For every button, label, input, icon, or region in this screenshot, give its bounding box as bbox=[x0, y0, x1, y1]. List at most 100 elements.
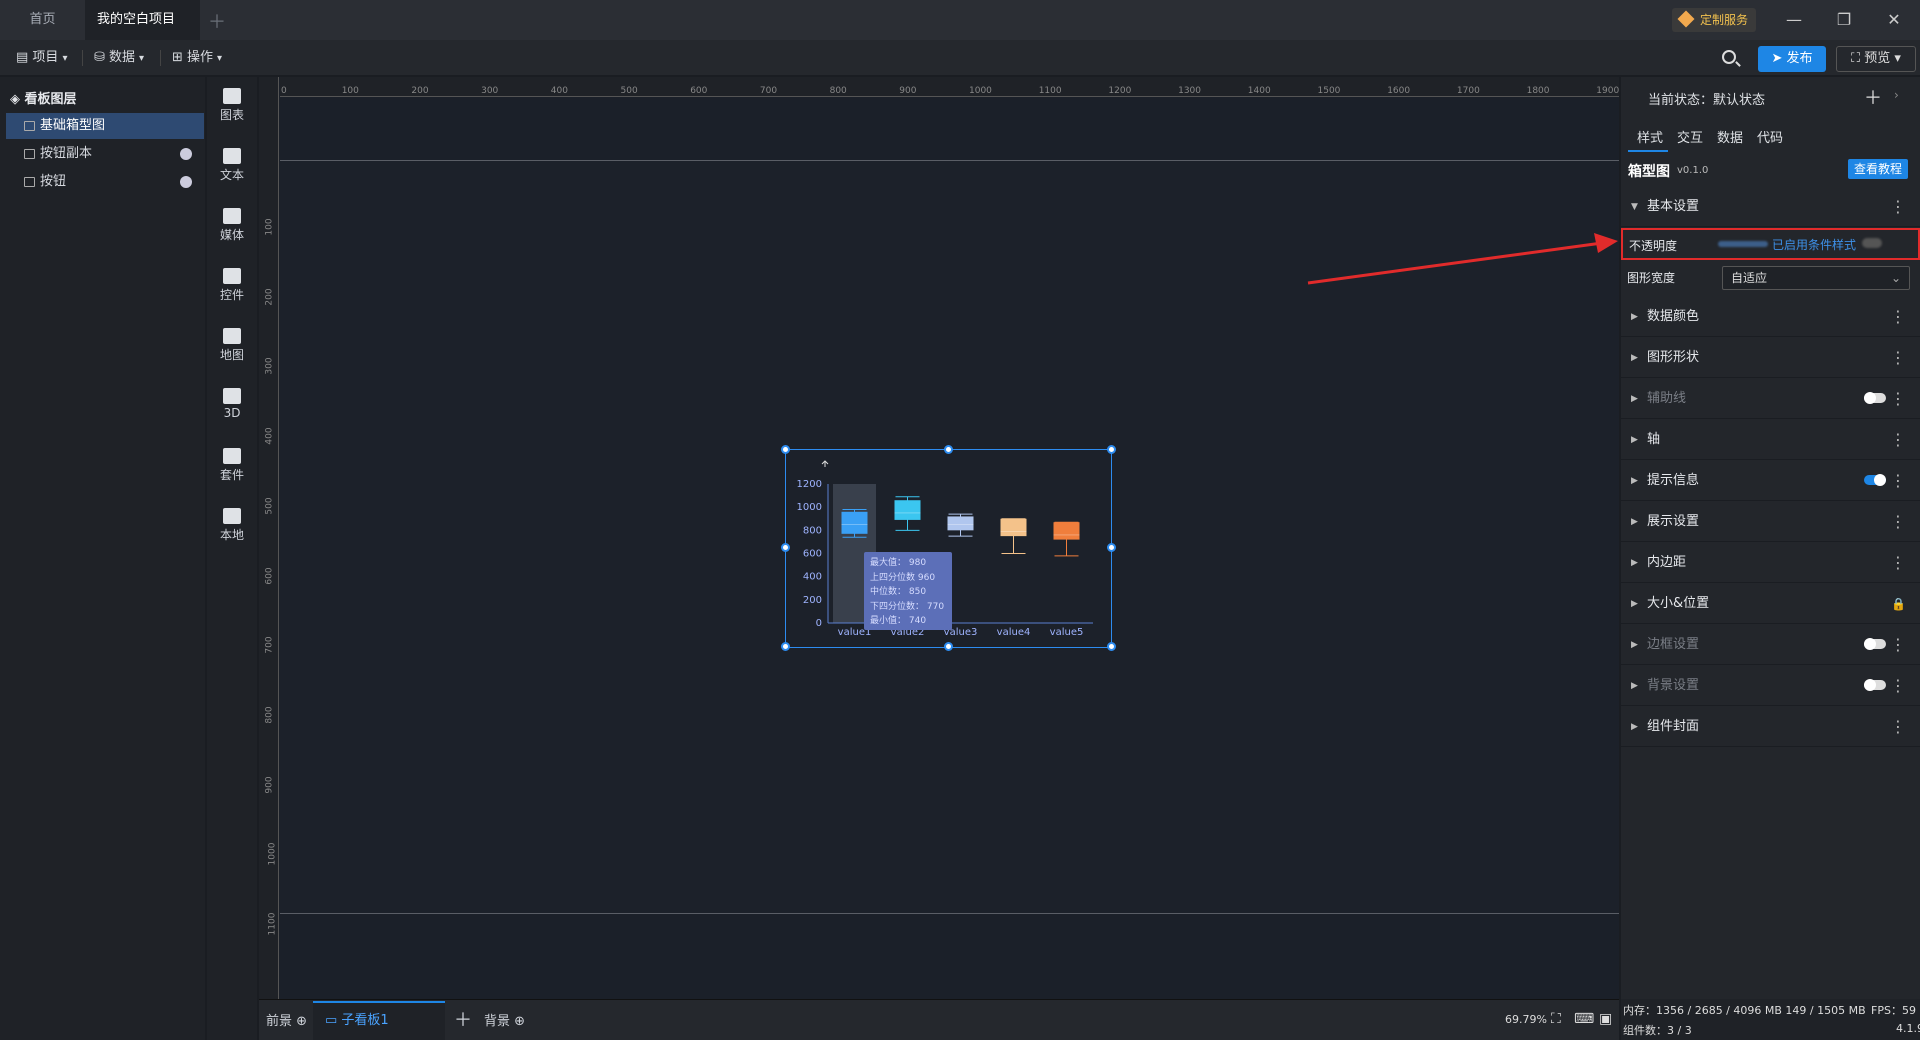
hidden-eye-icon[interactable] bbox=[180, 148, 192, 160]
widget-icon bbox=[223, 268, 241, 284]
more-icon[interactable]: ⋮ bbox=[1890, 338, 1906, 378]
add-board-icon[interactable]: ＋ bbox=[454, 1006, 472, 1032]
resize-handle[interactable] bbox=[781, 642, 790, 651]
tooltip-line: 中位数： 850 bbox=[870, 587, 927, 597]
tab-home[interactable]: 首页 bbox=[0, 0, 85, 40]
tab-project[interactable]: 我的空白项目 bbox=[85, 0, 200, 64]
minimize-icon[interactable]: — bbox=[1782, 8, 1806, 32]
opacity-slider[interactable] bbox=[1718, 241, 1768, 247]
add-state-icon[interactable]: ＋ bbox=[1864, 84, 1882, 110]
caret-right-icon: ▶ bbox=[1631, 435, 1638, 445]
tool-map[interactable]: 地图 bbox=[207, 328, 257, 363]
more-icon[interactable]: ⋮ bbox=[1890, 625, 1906, 665]
section-label: 内边距 bbox=[1647, 555, 1687, 570]
section-3[interactable]: ▶ 轴 ⋮ bbox=[1621, 420, 1920, 460]
menu-project[interactable]: ▤ 项目 ▾ bbox=[10, 47, 73, 69]
ruler-tick-label: 800 bbox=[829, 86, 847, 96]
resize-handle[interactable] bbox=[781, 445, 790, 454]
ruler-tick-label: 100 bbox=[264, 218, 275, 236]
sub-board-tab[interactable]: ▭ 子看板1 bbox=[313, 1001, 445, 1040]
more-icon[interactable]: ⋮ bbox=[1890, 187, 1906, 227]
fit-screen-icon[interactable]: ⛶ bbox=[1551, 1011, 1561, 1027]
tool-chart[interactable]: 图表 bbox=[207, 88, 257, 123]
chart-layer-icon bbox=[24, 121, 35, 131]
section-toggle[interactable] bbox=[1864, 638, 1886, 650]
section-8[interactable]: ▶ 边框设置 ⋮ bbox=[1621, 625, 1920, 665]
close-icon[interactable]: ✕ bbox=[1882, 8, 1906, 32]
section-toggle[interactable] bbox=[1864, 679, 1886, 691]
width-select[interactable]: 自适应 ⌄ bbox=[1722, 266, 1910, 290]
tool-label: 图表 bbox=[219, 108, 244, 122]
resize-handle[interactable] bbox=[944, 445, 953, 454]
tool-kit[interactable]: 套件 bbox=[207, 448, 257, 483]
section-2[interactable]: ▶ 辅助线 ⋮ bbox=[1621, 379, 1920, 419]
section-9[interactable]: ▶ 背景设置 ⋮ bbox=[1621, 666, 1920, 706]
more-icon[interactable]: ⋮ bbox=[1890, 461, 1906, 501]
section-label: 提示信息 bbox=[1647, 473, 1700, 488]
front-label: 前景 bbox=[266, 1014, 293, 1029]
more-icon[interactable]: ⋮ bbox=[1890, 666, 1906, 706]
tool-widget[interactable]: 控件 bbox=[207, 268, 257, 303]
tutorial-button[interactable]: 查看教程 bbox=[1848, 159, 1908, 179]
preview-button[interactable]: ⛶ 预览 ▾ bbox=[1836, 46, 1916, 72]
ruler-tick-label: 1700 bbox=[1456, 86, 1480, 96]
section-5[interactable]: ▶ 展示设置 ⋮ bbox=[1621, 502, 1920, 542]
tool-label: 套件 bbox=[219, 468, 244, 482]
resize-handle[interactable] bbox=[1107, 543, 1116, 552]
caret-right-icon: ▶ bbox=[1631, 517, 1638, 527]
tool-text[interactable]: 文本 bbox=[207, 148, 257, 183]
section-1[interactable]: ▶ 图形形状 ⋮ bbox=[1621, 338, 1920, 378]
zoom-level[interactable]: 69.79% bbox=[1505, 1013, 1547, 1026]
restore-icon[interactable]: ❐ bbox=[1832, 8, 1856, 32]
more-icon[interactable]: ⋮ bbox=[1890, 502, 1906, 542]
terminal-icon[interactable]: ▣ bbox=[1599, 1011, 1612, 1027]
tool-local[interactable]: 本地 bbox=[207, 508, 257, 543]
resize-handle[interactable] bbox=[1107, 445, 1116, 454]
section-0[interactable]: ▶ 数据颜色 ⋮ bbox=[1621, 297, 1920, 337]
search-icon[interactable] bbox=[1722, 50, 1736, 64]
tooltip-line: 最大值： 980 bbox=[870, 558, 927, 568]
resize-handle[interactable] bbox=[944, 642, 953, 651]
section-toggle[interactable] bbox=[1864, 474, 1886, 486]
section-7[interactable]: ▶ 大小&位置 🔒 bbox=[1621, 584, 1920, 624]
more-icon[interactable]: ⋮ bbox=[1890, 543, 1906, 583]
front-layer-tab[interactable]: 前景 ⊕ bbox=[266, 1010, 307, 1029]
section-toggle[interactable] bbox=[1864, 392, 1886, 404]
tab-interaction[interactable]: 交互 bbox=[1677, 127, 1703, 146]
resize-handle[interactable] bbox=[781, 543, 790, 552]
lock-icon[interactable]: 🔒 bbox=[1891, 584, 1906, 624]
more-icon[interactable]: ⋮ bbox=[1890, 420, 1906, 460]
menu-project-label: 项目 bbox=[32, 50, 59, 65]
layer-item-button[interactable]: 按钮 bbox=[6, 169, 204, 195]
section-basic-settings[interactable]: ▼ 基本设置 ⋮ bbox=[1621, 187, 1920, 227]
layer-label: 基础箱型图 bbox=[40, 118, 106, 133]
back-layer-tab[interactable]: 背景 ⊕ bbox=[484, 1010, 525, 1029]
section-label: 组件封面 bbox=[1647, 719, 1700, 734]
more-icon[interactable]: ⋮ bbox=[1890, 707, 1906, 747]
new-tab-icon[interactable]: ＋ bbox=[208, 8, 226, 34]
section-4[interactable]: ▶ 提示信息 ⋮ bbox=[1621, 461, 1920, 501]
section-6[interactable]: ▶ 内边距 ⋮ bbox=[1621, 543, 1920, 583]
tab-data[interactable]: 数据 bbox=[1717, 127, 1743, 146]
menu-data[interactable]: ⛁ 数据 ▾ bbox=[88, 47, 150, 69]
hidden-eye-icon[interactable] bbox=[180, 176, 192, 188]
layer-item-boxplot[interactable]: 基础箱型图 bbox=[6, 113, 204, 139]
opacity-input[interactable] bbox=[1862, 238, 1882, 248]
chevron-right-icon[interactable]: › bbox=[1894, 88, 1899, 102]
tab-project-label: 我的空白项目 bbox=[97, 12, 176, 27]
tab-code[interactable]: 代码 bbox=[1757, 127, 1783, 146]
tool-3d[interactable]: 3D bbox=[207, 388, 257, 420]
section-10[interactable]: ▶ 组件封面 ⋮ bbox=[1621, 707, 1920, 747]
menu-operation[interactable]: ⊞ 操作 ▾ bbox=[166, 47, 228, 69]
caret-right-icon: ▶ bbox=[1631, 722, 1638, 732]
custom-service-button[interactable]: 定制服务 bbox=[1672, 8, 1757, 32]
resize-handle[interactable] bbox=[1107, 642, 1116, 651]
ruler-tick-label: 100 bbox=[341, 86, 359, 96]
publish-button[interactable]: ➤ 发布 bbox=[1758, 46, 1826, 72]
keyboard-icon[interactable]: ⌨ bbox=[1574, 1011, 1594, 1027]
tool-media[interactable]: 媒体 bbox=[207, 208, 257, 243]
layer-item-button-copy[interactable]: 按钮副本 bbox=[6, 141, 204, 167]
more-icon[interactable]: ⋮ bbox=[1890, 297, 1906, 337]
more-icon[interactable]: ⋮ bbox=[1890, 379, 1906, 419]
tab-style[interactable]: 样式 bbox=[1637, 127, 1663, 146]
